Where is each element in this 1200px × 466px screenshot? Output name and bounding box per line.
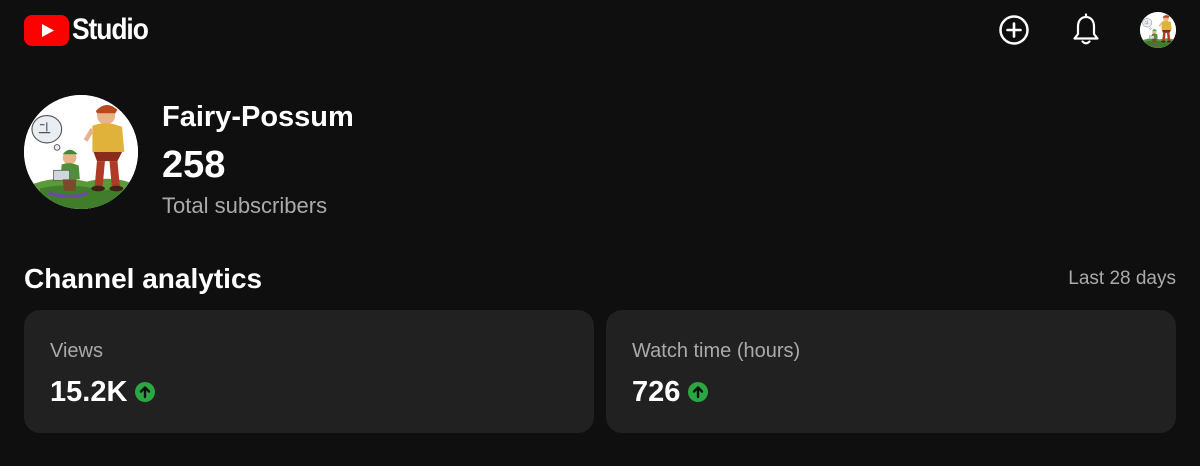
channel-header: Fairy-Possum 258 Total subscribers [24, 95, 624, 225]
create-button[interactable] [996, 12, 1032, 48]
channel-avatar-image [24, 95, 138, 209]
studio-logo[interactable]: Studio [24, 13, 158, 47]
bell-icon [1073, 13, 1099, 45]
views-card[interactable]: Views 15.2K [24, 310, 594, 433]
views-label: Views [50, 340, 103, 362]
views-value-row: 15.2K [50, 372, 156, 412]
notifications-button[interactable] [1068, 11, 1104, 49]
channel-name: Fairy-Possum [162, 101, 354, 133]
views-value: 15.2K [50, 376, 128, 408]
arrow-up-circle-icon [688, 382, 709, 402]
youtube-play-logo-icon [24, 14, 69, 46]
watch-time-card[interactable]: Watch time (hours) 726 [606, 310, 1176, 433]
account-avatar [1140, 12, 1176, 48]
watch-time-label: Watch time (hours) [632, 340, 801, 362]
analytics-title: Channel analytics [24, 263, 263, 294]
logo-text: Studio [72, 13, 149, 46]
subscriber-count: 258 [162, 144, 226, 186]
watch-time-value-row: 726 [632, 372, 709, 412]
top-app-bar: Studio [0, 0, 1200, 62]
channel-avatar[interactable] [24, 95, 138, 209]
watch-time-value: 726 [632, 376, 681, 408]
arrow-up-circle-icon [135, 382, 156, 402]
analytics-period[interactable]: Last 28 days [1068, 266, 1176, 292]
account-avatar-button[interactable] [1140, 12, 1176, 48]
add-circle-icon [999, 15, 1029, 45]
subscriber-label: Total subscribers [162, 193, 328, 218]
